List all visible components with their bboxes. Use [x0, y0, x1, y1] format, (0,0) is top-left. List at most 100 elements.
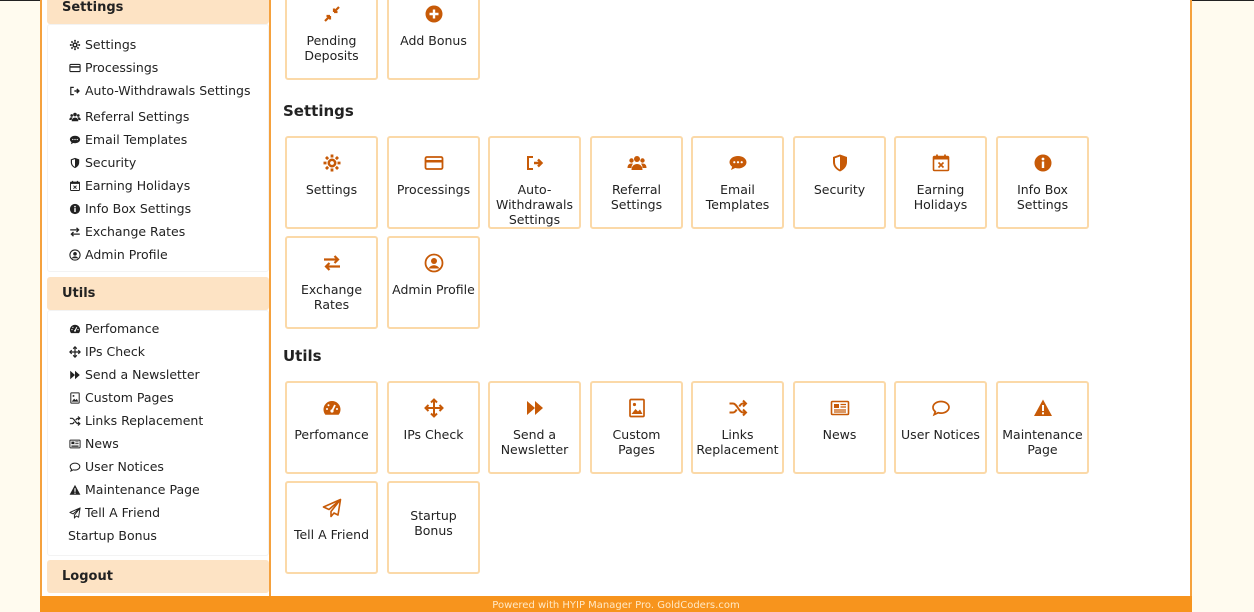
tile-send-a-newsletter[interactable]: Send a Newsletter	[488, 381, 581, 474]
tachometer-icon	[287, 397, 376, 419]
tile-email-templates[interactable]: Email Templates	[691, 136, 784, 229]
random-icon	[693, 397, 782, 419]
user-circle-icon	[68, 249, 81, 262]
sidebar-item-links-replacement[interactable]: Links Replacement	[68, 411, 203, 431]
tile-perfomance[interactable]: Perfomance	[285, 381, 378, 474]
sidebar-item-startup-bonus[interactable]: Startup Bonus	[68, 526, 157, 546]
sidebar-item-label: Admin Profile	[85, 247, 168, 262]
warning-icon	[998, 397, 1087, 419]
sidebar-item-tell-a-friend[interactable]: Tell A Friend	[68, 503, 160, 523]
image-icon	[68, 392, 81, 405]
info-circle-icon	[68, 203, 81, 216]
tile-label: Tell A Friend	[293, 527, 370, 542]
sidebar-item-perfomance[interactable]: Perfomance	[68, 319, 159, 339]
fast-forward-icon	[68, 369, 81, 382]
tile-processings[interactable]: Processings	[387, 136, 480, 229]
sidebar-item-earning-holidays[interactable]: Earning Holidays	[68, 176, 190, 196]
image-icon	[592, 397, 681, 419]
credit-card-icon	[389, 152, 478, 174]
tile-label: Custom Pages	[612, 427, 661, 457]
utils-section-title: Utils	[283, 347, 322, 365]
sidebar-item-ips-check[interactable]: IPs Check	[68, 342, 145, 362]
tile-referral-settings[interactable]: Referral Settings	[590, 136, 683, 229]
tile-user-notices[interactable]: User Notices	[894, 381, 987, 474]
tile-admin-profile[interactable]: Admin Profile	[387, 236, 480, 329]
tile-settings[interactable]: Settings	[285, 136, 378, 229]
tile-links-replacement[interactable]: Links Replacement	[691, 381, 784, 474]
sidebar-item-settings[interactable]: Settings	[68, 35, 136, 55]
tile-startup-bonus[interactable]: Startup Bonus	[387, 481, 480, 574]
tile-maintenance-page[interactable]: Maintenance Page	[996, 381, 1089, 474]
sidebar-item-referral-settings[interactable]: Referral Settings	[68, 107, 189, 127]
comment-icon	[896, 397, 985, 419]
sidebar-item-send-a-newsletter[interactable]: Send a Newsletter	[68, 365, 200, 385]
tile-auto-withdrawals-settings[interactable]: Auto-Withdrawals Settings	[488, 136, 581, 229]
tile-label: Email Templates	[705, 182, 770, 212]
newspaper-icon	[795, 397, 884, 419]
tile-tell-a-friend[interactable]: Tell A Friend	[285, 481, 378, 574]
tile-ips-check[interactable]: IPs Check	[387, 381, 480, 474]
compress-icon	[287, 3, 376, 25]
comment-dots-icon	[693, 152, 782, 174]
tile-security[interactable]: Security	[793, 136, 886, 229]
sidebar-item-exchange-rates[interactable]: Exchange Rates	[68, 222, 185, 242]
tile-custom-pages[interactable]: Custom Pages	[590, 381, 683, 474]
sidebar-item-label: Links Replacement	[85, 413, 204, 428]
sidebar-item-info-box-settings[interactable]: Info Box Settings	[68, 199, 191, 219]
sidebar-item-label: Processings	[85, 60, 159, 75]
tile-label: Earning Holidays	[913, 182, 968, 212]
random-icon	[68, 415, 81, 428]
sign-out-icon	[490, 152, 579, 174]
sidebar-item-user-notices[interactable]: User Notices	[68, 457, 164, 477]
sidebar-item-security[interactable]: Security	[68, 153, 136, 173]
tile-news[interactable]: News	[793, 381, 886, 474]
tile-label: IPs Check	[403, 427, 464, 442]
sidebar-item-admin-profile[interactable]: Admin Profile	[68, 245, 168, 265]
sidebar-item-label: User Notices	[85, 459, 164, 474]
tile-label: User Notices	[901, 427, 980, 442]
tile-label: Startup Bonus	[410, 508, 457, 538]
tile-exchange-rates[interactable]: Exchange Rates	[285, 236, 378, 329]
tile-earning-holidays[interactable]: Earning Holidays	[894, 136, 987, 229]
sidebar-item-label: Maintenance Page	[85, 482, 200, 497]
sidebar-item-custom-pages[interactable]: Custom Pages	[68, 388, 174, 408]
sidebar-item-label: Custom Pages	[85, 390, 174, 405]
tile-label: Exchange Rates	[300, 282, 363, 312]
sidebar-item-label: Referral Settings	[85, 109, 190, 124]
shield-icon	[68, 157, 81, 170]
sidebar-item-maintenance-page[interactable]: Maintenance Page	[68, 480, 200, 500]
tile-info-box-settings[interactable]: Info Box Settings	[996, 136, 1089, 229]
sidebar-item-processings[interactable]: Processings	[68, 58, 158, 78]
sidebar-utils-heading: Utils	[47, 277, 269, 310]
calendar-times-icon	[68, 180, 81, 193]
sidebar-item-email-templates[interactable]: Email Templates	[68, 130, 187, 150]
plus-circle-icon	[389, 3, 478, 25]
sidebar-item-label: News	[85, 436, 119, 451]
sidebar-item-label: Exchange Rates	[85, 224, 186, 239]
footer: Powered with HYIP Manager Pro. GoldCoder…	[40, 596, 1192, 612]
tile-pending-deposits[interactable]: Pending Deposits2	[285, 0, 378, 80]
user-circle-icon	[389, 252, 478, 274]
calendar-times-icon	[896, 152, 985, 174]
sidebar-settings-list: Settings Processings Auto-Withdrawals Sett…	[47, 24, 269, 272]
sidebar-item-label: IPs Check	[85, 344, 145, 359]
tile-label: Settings	[305, 182, 358, 197]
logout-link[interactable]: Logout	[47, 560, 269, 593]
sidebar: Settings Settings Processings Auto-Withdra…	[42, 0, 271, 596]
users-icon	[68, 111, 81, 124]
sidebar-item-label: Tell A Friend	[85, 505, 161, 520]
arrows-icon	[389, 397, 478, 419]
tile-label: News	[822, 427, 857, 442]
tile-label: Processings	[396, 182, 471, 197]
sidebar-item-news[interactable]: News	[68, 434, 119, 454]
tile-label: Auto-Withdrawals Settings	[496, 182, 573, 227]
tile-add-bonus[interactable]: Add Bonus	[387, 0, 480, 80]
tile-label: Perfomance	[294, 427, 369, 442]
sidebar-item-label: Info Box Settings	[85, 201, 192, 216]
gear-icon	[287, 152, 376, 174]
shield-icon	[795, 152, 884, 174]
paper-plane-icon	[68, 507, 81, 520]
sidebar-item-auto-withdrawals-settings[interactable]: Auto-Withdrawals Settings	[68, 81, 251, 101]
sign-out-icon	[68, 85, 81, 98]
tile-label: Pending Deposits	[304, 33, 359, 63]
